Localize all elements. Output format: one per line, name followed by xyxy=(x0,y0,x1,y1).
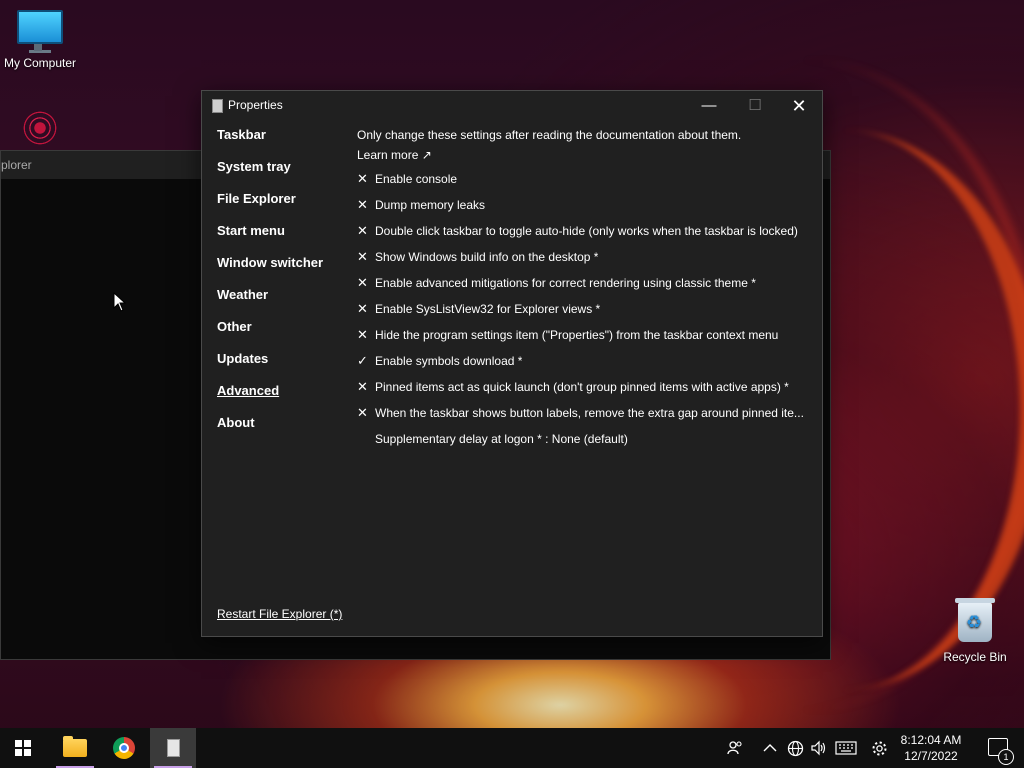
unchecked-x-icon: ✕ xyxy=(357,379,368,394)
option-remove-extra-gap[interactable]: ✕ When the taskbar shows button labels, … xyxy=(357,400,807,426)
nav-item-file-explorer[interactable]: File Explorer xyxy=(217,191,342,223)
people-icon[interactable] xyxy=(722,728,748,768)
chevron-up-icon[interactable] xyxy=(759,728,781,768)
nav-item-start-menu[interactable]: Start menu xyxy=(217,223,342,255)
learn-more-link[interactable]: Learn more ↗ xyxy=(357,145,807,165)
option-pinned-quick-launch[interactable]: ✕ Pinned items act as quick launch (don'… xyxy=(357,374,807,400)
nav-item-updates[interactable]: Updates xyxy=(217,351,342,383)
nav-item-advanced[interactable]: Advanced xyxy=(217,383,342,415)
nav-item-about[interactable]: About xyxy=(217,415,342,447)
unchecked-x-icon: ✕ xyxy=(357,405,368,420)
taskbar-chrome[interactable] xyxy=(101,728,147,768)
nav-item-weather[interactable]: Weather xyxy=(217,287,342,319)
keyboard-icon[interactable] xyxy=(833,728,859,768)
nav-item-taskbar[interactable]: Taskbar xyxy=(217,127,342,159)
clock-time: 8:12:04 AM xyxy=(900,733,962,747)
option-hide-properties-item[interactable]: ✕ Hide the program settings item ("Prope… xyxy=(357,322,807,348)
windows-logo-icon xyxy=(15,740,31,756)
nav-item-system-tray[interactable]: System tray xyxy=(217,159,342,191)
desktop-icon-label: Recycle Bin xyxy=(943,650,1007,664)
unchecked-x-icon: ✕ xyxy=(357,301,368,316)
option-double-click-autohide[interactable]: ✕ Double click taskbar to toggle auto-hi… xyxy=(357,218,807,244)
unchecked-x-icon: ✕ xyxy=(357,249,368,264)
mandala-icon xyxy=(18,106,62,150)
clock-date: 12/7/2022 xyxy=(904,749,958,763)
option-symbols-download[interactable]: ✓ Enable symbols download * xyxy=(357,348,807,374)
unchecked-x-icon: ✕ xyxy=(357,223,368,238)
desktop-icon-label: My Computer xyxy=(3,56,77,70)
advanced-settings-panel: Only change these settings after reading… xyxy=(357,125,807,452)
unchecked-x-icon: ✕ xyxy=(357,327,368,342)
desktop-icon-app[interactable] xyxy=(16,106,64,150)
settings-nav: Taskbar System tray File Explorer Start … xyxy=(217,127,342,447)
monitor-icon xyxy=(17,10,63,51)
network-icon[interactable] xyxy=(783,728,807,768)
restart-explorer-link[interactable]: Restart File Explorer (*) xyxy=(217,607,342,621)
option-dump-memory-leaks[interactable]: ✕ Dump memory leaks xyxy=(357,192,807,218)
taskbar-file-explorer[interactable] xyxy=(52,728,98,768)
maximize-button[interactable]: ☐ xyxy=(732,91,778,121)
recycle-bin-icon: ♻ xyxy=(955,598,995,642)
properties-app-icon xyxy=(212,99,223,113)
minimize-button[interactable]: — xyxy=(686,91,732,121)
settings-icon[interactable] xyxy=(867,728,891,768)
intro-text: Only change these settings after reading… xyxy=(357,128,742,142)
taskbar-properties[interactable] xyxy=(150,728,196,768)
properties-titlebar[interactable]: Properties — ☐ ✕ xyxy=(202,91,822,121)
unchecked-x-icon: ✕ xyxy=(357,275,368,290)
option-advanced-mitigations[interactable]: ✕ Enable advanced mitigations for correc… xyxy=(357,270,807,296)
option-logon-delay[interactable]: Supplementary delay at logon * : None (d… xyxy=(357,426,807,452)
folder-icon xyxy=(63,736,87,757)
desktop-icon-my-computer[interactable]: My Computer xyxy=(0,10,80,70)
chrome-icon xyxy=(113,737,135,759)
nav-item-window-switcher[interactable]: Window switcher xyxy=(217,255,342,287)
unchecked-x-icon: ✕ xyxy=(357,171,368,186)
checkmark-icon: ✓ xyxy=(357,353,368,368)
unchecked-x-icon: ✕ xyxy=(357,197,368,212)
mouse-cursor-icon xyxy=(113,292,127,312)
volume-icon[interactable] xyxy=(807,728,831,768)
properties-app-icon xyxy=(166,739,180,757)
option-syslistview32[interactable]: ✕ Enable SysListView32 for Explorer view… xyxy=(357,296,807,322)
option-show-build-info[interactable]: ✕ Show Windows build info on the desktop… xyxy=(357,244,807,270)
taskbar-clock[interactable]: 8:12:04 AM 12/7/2022 xyxy=(896,732,966,764)
notification-count-badge: 1 xyxy=(998,749,1014,765)
properties-window[interactable]: Properties — ☐ ✕ Taskbar System tray Fil… xyxy=(201,90,823,637)
start-button[interactable] xyxy=(0,728,46,768)
explorer-title: plorer xyxy=(1,158,32,172)
close-button[interactable]: ✕ xyxy=(776,91,822,121)
window-title: Properties xyxy=(228,98,283,112)
desktop-icon-recycle-bin[interactable]: ♻ Recycle Bin xyxy=(940,598,1010,664)
taskbar: 8:12:04 AM 12/7/2022 1 xyxy=(0,728,1024,768)
option-enable-console[interactable]: ✕ Enable console xyxy=(357,166,807,192)
nav-item-other[interactable]: Other xyxy=(217,319,342,351)
